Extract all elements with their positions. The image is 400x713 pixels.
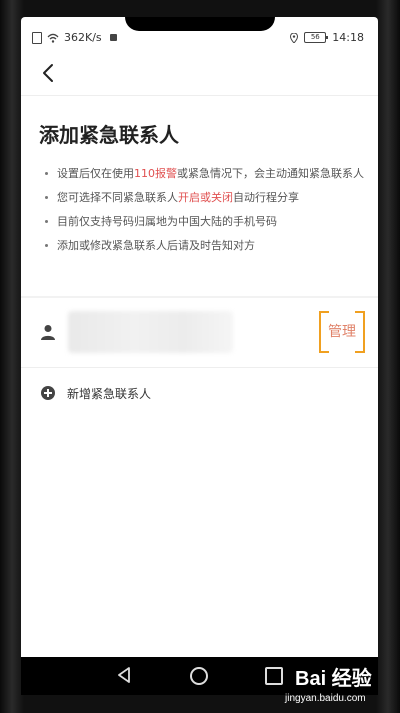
nav-back-icon[interactable] bbox=[116, 667, 132, 683]
manage-label: 管理 bbox=[328, 324, 356, 340]
manage-button[interactable]: 管理 bbox=[319, 311, 365, 353]
battery-icon: 56 bbox=[304, 32, 329, 43]
network-speed: 362K/s bbox=[64, 31, 102, 44]
notice-item: 目前仅支持号码归属地为中国大陆的手机号码 bbox=[45, 213, 365, 230]
clock: 14:18 bbox=[332, 31, 364, 44]
add-contact-button[interactable]: 新增紧急联系人 bbox=[21, 381, 378, 409]
section-divider bbox=[21, 296, 378, 298]
contact-name-blurred bbox=[68, 311, 233, 353]
watermark-url: jingyan.baidu.com bbox=[285, 693, 366, 704]
stop-icon bbox=[109, 34, 117, 41]
nav-home-icon[interactable] bbox=[190, 667, 208, 685]
app-screen: 362K/s 56 14:18 添加紧急联系人 设置后仅在使用110报警或紧急情… bbox=[21, 17, 378, 657]
watermark: Bai 经验 jingyan.baidu.com bbox=[285, 660, 395, 710]
notice-item: 添加或修改紧急联系人后请及时告知对方 bbox=[45, 237, 365, 254]
back-arrow-icon[interactable] bbox=[37, 61, 61, 85]
add-circle-icon bbox=[41, 386, 55, 400]
person-icon bbox=[41, 325, 55, 340]
notice-item: 设置后仅在使用110报警或紧急情况下，会主动通知紧急联系人 bbox=[45, 165, 365, 182]
header-divider bbox=[21, 95, 378, 96]
watermark-logo: Bai 经验 bbox=[295, 668, 372, 690]
status-bar: 362K/s 56 14:18 bbox=[21, 27, 378, 49]
wifi-icon bbox=[47, 33, 59, 43]
page-title: 添加紧急联系人 bbox=[39, 123, 179, 147]
row-divider bbox=[21, 367, 378, 368]
notice-item: 您可选择不同紧急联系人开启或关闭自动行程分享 bbox=[45, 189, 365, 206]
sim-icon bbox=[32, 31, 42, 44]
add-contact-label: 新增紧急联系人 bbox=[67, 387, 152, 401]
contact-row[interactable]: 管理 bbox=[21, 307, 378, 367]
nav-recent-icon[interactable] bbox=[265, 667, 283, 685]
notice-list: 设置后仅在使用110报警或紧急情况下，会主动通知紧急联系人 您可选择不同紧急联系… bbox=[45, 165, 365, 261]
location-icon bbox=[290, 32, 299, 43]
